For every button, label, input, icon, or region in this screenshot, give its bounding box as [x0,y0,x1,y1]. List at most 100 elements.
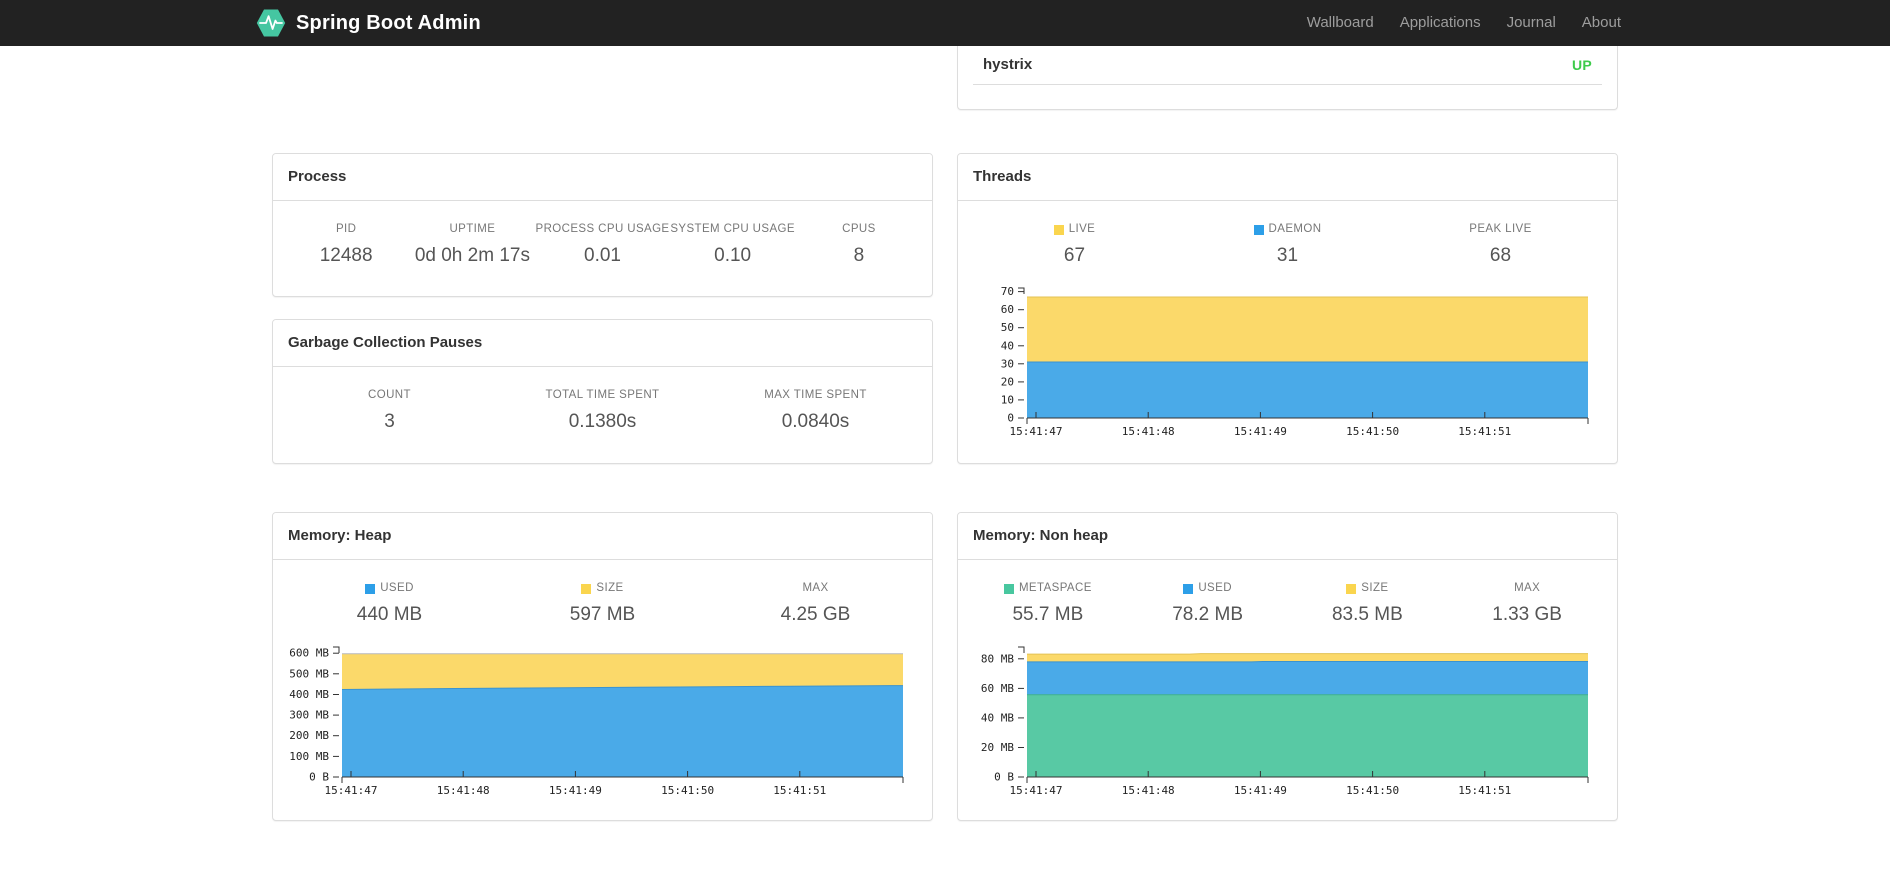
process-panel-title: Process [273,154,932,201]
legend-swatch-used [365,583,376,594]
threads-panel: Threads LIVE 67 DAEMON 31 PEAK LIVE 68 0… [957,153,1618,464]
metric-value: 78.2 MB [1172,604,1243,625]
svg-text:15:41:49: 15:41:49 [1234,784,1287,797]
metric-label: METASPACE [968,582,1128,595]
svg-text:15:41:48: 15:41:48 [1122,425,1175,438]
svg-text:15:41:51: 15:41:51 [773,784,826,797]
legend-swatch-metaspace [1003,583,1014,594]
metric-value: 597 MB [569,604,636,625]
metric-label: CPUS [796,223,922,236]
metric-label-text: UPTIME [449,223,496,235]
svg-text:40 MB: 40 MB [981,711,1014,724]
nav-item-wallboard[interactable]: Wallboard [1294,0,1387,46]
metric-value: 0.0840s [781,411,850,432]
metric-value: 8 [853,245,865,266]
metric-label-text: SIZE [1361,582,1389,594]
metric-label: SYSTEM CPU USAGE [670,223,796,236]
threads-metrics: LIVE 67 DAEMON 31 PEAK LIVE 68 [958,201,1617,278]
metric-label: DAEMON [1181,223,1394,236]
memory-heap-chart: 0 B 100 MB 200 MB 300 MB 400 MB 500 MB 600 MB 1… [274,639,931,807]
svg-text:0 B: 0 B [309,771,329,784]
svg-text:10: 10 [1001,393,1014,406]
metric-label-text: PID [335,223,357,235]
content-container: Process PID 12488 UPTIME 0d 0h 2m 17s PR… [272,46,1618,821]
metric-label-text: TOTAL TIME SPENT [545,389,660,401]
legend-swatch-used [1183,583,1194,594]
metric-label: USED [283,582,496,595]
metric-label: MAX TIME SPENT [709,389,922,402]
brand-link[interactable]: Spring Boot Admin [256,8,481,38]
svg-text:300 MB: 300 MB [289,709,329,722]
metric-value: 440 MB [356,604,423,625]
svg-text:15:41:50: 15:41:50 [661,784,714,797]
threads-chart: 0 10 20 30 40 50 60 70 15:41:47 15:41:48 15:41:49 1… [959,280,1616,448]
metric-threads-live: LIVE 67 [968,223,1181,266]
metric-label: LIVE [968,223,1181,236]
svg-text:15:41:47: 15:41:47 [325,784,378,797]
svg-text:15:41:48: 15:41:48 [437,784,490,797]
metric-label: TOTAL TIME SPENT [496,389,709,402]
metric-label-text: LIVE [1068,223,1096,235]
svg-text:15:41:48: 15:41:48 [1122,784,1175,797]
metric-value: 3 [384,411,395,432]
metric-label-text: CPUS [842,223,876,235]
svg-text:0: 0 [1007,412,1014,425]
nav-item-applications[interactable]: Applications [1387,0,1494,46]
memory-nonheap-panel: Memory: Non heap METASPACE 55.7 MB USED … [957,512,1618,821]
metric-process-cpu-usage: PROCESS CPU USAGE 0.01 [536,223,670,266]
legend-swatch-size [581,583,592,594]
svg-text:70: 70 [1001,285,1014,298]
svg-text:60: 60 [1001,303,1014,316]
top-navbar: Spring Boot Admin Wallboard Applications… [0,0,1890,46]
metric-value: 0d 0h 2m 17s [414,245,530,266]
metric-nonheap-used: USED 78.2 MB [1128,582,1288,625]
memory-heap-panel: Memory: Heap USED 440 MB SIZE 597 MB MAX… [272,512,933,821]
navbar-inner: Spring Boot Admin Wallboard Applications… [256,0,1634,46]
svg-text:15:41:51: 15:41:51 [1458,784,1511,797]
nav-item-journal[interactable]: Journal [1494,0,1569,46]
metric-heap-size: SIZE 597 MB [496,582,709,625]
metric-pid: PID 12488 [283,223,409,266]
brand-title: Spring Boot Admin [296,11,481,34]
nonheap-metrics: METASPACE 55.7 MB USED 78.2 MB SIZE 83.5… [958,560,1617,637]
metric-label-text: MAX TIME SPENT [764,389,867,401]
health-row-hystrix[interactable]: hystrix UP [973,46,1602,85]
metric-label-text: PROCESS CPU USAGE [535,223,670,235]
svg-text:80 MB: 80 MB [981,652,1014,665]
svg-text:200 MB: 200 MB [289,729,329,742]
svg-text:15:41:47: 15:41:47 [1010,425,1063,438]
metric-nonheap-metaspace: METASPACE 55.7 MB [968,582,1128,625]
health-panel: hystrix UP [957,46,1618,110]
memory-nonheap-panel-title: Memory: Non heap [958,513,1617,560]
metric-label-text: MAX [1514,582,1541,594]
metric-gc-max-time: MAX TIME SPENT 0.0840s [709,389,922,432]
svg-text:15:41:50: 15:41:50 [1346,425,1399,438]
metric-value: 83.5 MB [1331,604,1403,625]
legend-swatch-live [1053,224,1064,235]
metric-label: SIZE [1288,582,1448,595]
metric-label-text: METASPACE [1018,582,1092,594]
svg-text:0 B: 0 B [994,771,1014,784]
svg-text:60 MB: 60 MB [981,682,1014,695]
svg-text:30: 30 [1001,357,1014,370]
metric-label: PROCESS CPU USAGE [536,223,670,236]
health-indicator-name[interactable]: hystrix [983,56,1032,73]
metric-label: SIZE [496,582,709,595]
right-column: hystrix UP Threads LIVE 67 DAEMON 31 PEA… [957,46,1618,821]
svg-text:50: 50 [1001,321,1014,334]
svg-text:15:41:47: 15:41:47 [1010,784,1063,797]
metric-label: USED [1128,582,1288,595]
metric-label-text: MAX [802,582,829,594]
metric-heap-used: USED 440 MB [283,582,496,625]
metric-threads-daemon: DAEMON 31 [1181,223,1394,266]
heap-metrics: USED 440 MB SIZE 597 MB MAX 4.25 GB [273,560,932,637]
gc-panel: Garbage Collection Pauses COUNT 3 TOTAL … [272,319,933,464]
nav-item-about[interactable]: About [1569,0,1634,46]
metric-label: PEAK LIVE [1394,223,1607,236]
metric-gc-total-time: TOTAL TIME SPENT 0.1380s [496,389,709,432]
svg-text:15:41:49: 15:41:49 [1234,425,1287,438]
metric-label: COUNT [283,389,496,402]
svg-text:15:41:50: 15:41:50 [1346,784,1399,797]
left-column: Process PID 12488 UPTIME 0d 0h 2m 17s PR… [272,46,933,821]
